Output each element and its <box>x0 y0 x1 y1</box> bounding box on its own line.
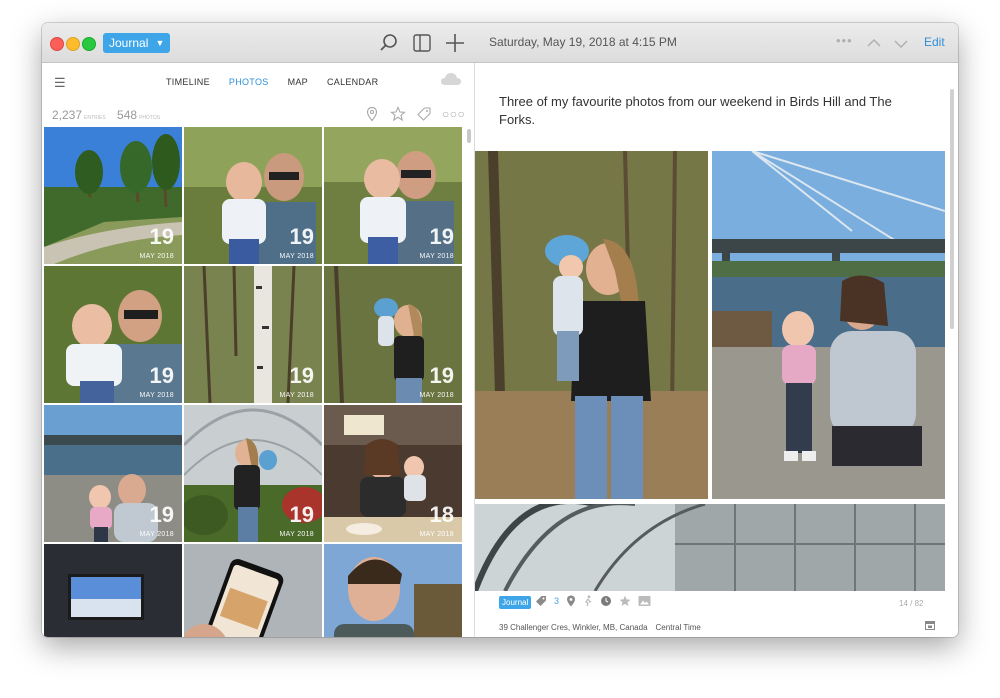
photo-thumbnail[interactable]: 19 MAY 2018 <box>44 266 182 403</box>
entry-photo-image <box>475 504 945 591</box>
star-filter-icon[interactable] <box>390 106 406 122</box>
more-options-icon[interactable]: ••• <box>836 33 853 48</box>
photo-day: 18 <box>429 502 454 527</box>
journal-selector-label: Journal <box>109 36 149 50</box>
photo-month: MAY 2018 <box>419 531 454 538</box>
journal-tag[interactable]: Journal <box>499 596 532 609</box>
activity-icon[interactable] <box>583 595 593 607</box>
photo-icon[interactable] <box>638 595 651 607</box>
photo-thumbnail[interactable] <box>44 544 182 637</box>
search-icon[interactable] <box>378 32 400 54</box>
photo-image <box>184 544 322 637</box>
zoom-window-button[interactable] <box>82 37 96 51</box>
entry-footer: Journal 3 14 / 82 39 Challenger Cres, Wi… <box>475 591 958 637</box>
tag-icon[interactable] <box>535 595 547 607</box>
menu-icon[interactable]: ☰ <box>54 75 66 91</box>
entry-body-text[interactable]: Three of my favourite photos from our we… <box>499 93 919 129</box>
photo-thumbnail[interactable]: 19 MAY 2018 <box>324 266 462 403</box>
tag-filter-icon[interactable] <box>416 106 432 122</box>
photo-day: 19 <box>289 502 314 527</box>
tab-map[interactable]: MAP <box>288 77 308 87</box>
next-entry-icon[interactable] <box>890 33 912 55</box>
entries-count: 2,237 <box>52 108 83 122</box>
photo-day: 19 <box>149 363 174 388</box>
app-window: Journal ▼ Saturday, May 19, 2018 at 4:15… <box>42 23 958 637</box>
photo-day: 19 <box>429 224 454 249</box>
journal-selector[interactable]: Journal ▼ <box>103 33 171 53</box>
entry-photo[interactable] <box>475 151 708 499</box>
entry-timezone: Central Time <box>655 623 701 632</box>
photo-thumbnail[interactable]: 19 MAY 2018 <box>184 127 322 264</box>
photos-pane: ☰ TIMELINE PHOTOS MAP CALENDAR 2,237 ENTR… <box>42 63 475 637</box>
chevron-down-icon: ▼ <box>155 38 165 48</box>
photo-thumbnail[interactable]: 19 MAY 2018 <box>324 127 462 264</box>
photo-day: 19 <box>289 363 314 388</box>
photo-month: MAY 2018 <box>139 531 174 538</box>
photo-day: 19 <box>429 363 454 388</box>
photo-thumbnail[interactable]: 19 MAY 2018 <box>184 266 322 403</box>
photo-month: MAY 2018 <box>279 392 314 399</box>
entry-meta-icons: 3 <box>535 595 651 607</box>
weather-icon[interactable] <box>600 595 612 607</box>
location-filter-icon[interactable] <box>364 106 380 122</box>
photo-image <box>44 544 182 637</box>
entry-scrollbar[interactable] <box>950 89 954 329</box>
photo-month: MAY 2018 <box>419 253 454 260</box>
entry-location[interactable]: 39 Challenger Cres, Winkler, MB, Canada <box>499 623 648 632</box>
photo-thumbnail[interactable]: 18 MAY 2018 <box>324 405 462 542</box>
entry-position: 14 / 82 <box>899 599 924 608</box>
more-filters-icon[interactable]: ○○○ <box>442 106 465 122</box>
location-icon[interactable] <box>566 595 576 607</box>
new-entry-icon[interactable] <box>444 32 466 54</box>
photo-day: 19 <box>149 502 174 527</box>
photo-thumbnail[interactable] <box>184 544 322 637</box>
photo-month: MAY 2018 <box>279 253 314 260</box>
entry-photo-image <box>475 151 708 499</box>
entry-photo[interactable] <box>712 151 945 499</box>
photo-thumbnail[interactable]: 19 MAY 2018 <box>44 405 182 542</box>
photo-grid: 19 MAY 2018 19 MAY 2018 19 MAY 2018 19 M… <box>44 127 464 637</box>
previous-entry-icon[interactable] <box>863 33 885 55</box>
tab-timeline[interactable]: TIMELINE <box>166 77 210 87</box>
photos-label: PHOTOS <box>139 115 161 121</box>
minimize-window-button[interactable] <box>66 37 80 51</box>
tab-calendar[interactable]: CALENDAR <box>327 77 378 87</box>
view-tabs: TIMELINE PHOTOS MAP CALENDAR <box>166 77 378 87</box>
edit-button[interactable]: Edit <box>924 35 945 49</box>
photos-scrollbar[interactable] <box>467 129 471 143</box>
entry-location-line: 39 Challenger Cres, Winkler, MB, Canada C… <box>499 623 701 632</box>
photo-thumbnail[interactable]: 19 MAY 2018 <box>184 405 322 542</box>
photo-day: 19 <box>149 224 174 249</box>
entry-photo[interactable] <box>475 504 945 591</box>
calendar-icon[interactable] <box>925 620 935 630</box>
photo-thumbnail[interactable]: 19 MAY 2018 <box>44 127 182 264</box>
tag-count: 3 <box>554 596 560 606</box>
entry-date[interactable]: Saturday, May 19, 2018 at 4:15 PM <box>489 35 677 49</box>
photo-month: MAY 2018 <box>139 253 174 260</box>
photo-month: MAY 2018 <box>139 392 174 399</box>
titlebar: Journal ▼ Saturday, May 19, 2018 at 4:15… <box>42 23 958 63</box>
photo-day: 19 <box>289 224 314 249</box>
photos-count: 548 <box>117 108 138 122</box>
library-counts: 2,237 ENTRIES 548 PHOTOS <box>52 108 168 122</box>
favorite-star-icon[interactable] <box>619 595 631 607</box>
photo-month: MAY 2018 <box>419 392 454 399</box>
entries-label: ENTRIES <box>84 115 106 121</box>
sidebar-toggle-icon[interactable] <box>411 32 433 54</box>
cloud-sync-icon[interactable] <box>440 71 462 87</box>
photo-thumbnail[interactable] <box>324 544 462 637</box>
entry-pane: Three of my favourite photos from our we… <box>475 63 958 637</box>
tab-photos[interactable]: PHOTOS <box>229 77 269 87</box>
photo-month: MAY 2018 <box>279 531 314 538</box>
filter-icons: ○○○ <box>364 106 465 122</box>
entry-photo-image <box>712 151 945 499</box>
close-window-button[interactable] <box>50 37 64 51</box>
photo-image <box>324 544 462 637</box>
